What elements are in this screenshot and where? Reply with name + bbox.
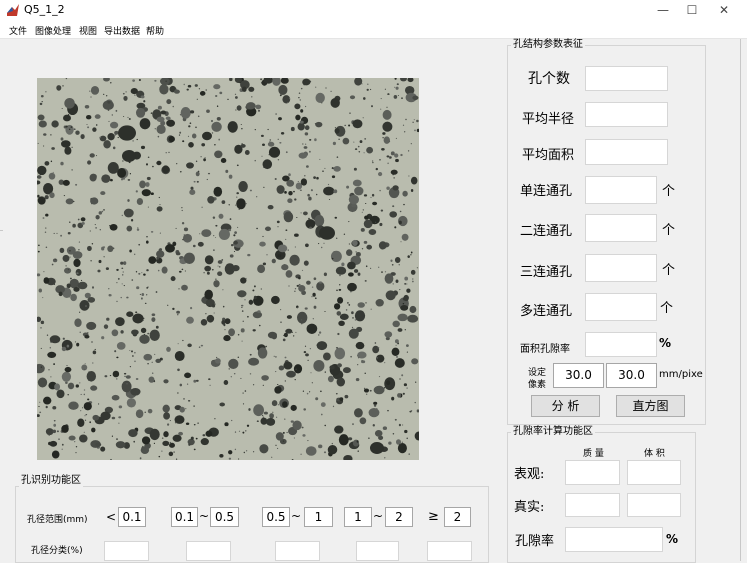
true-label: 真实:	[514, 500, 545, 515]
range3-min-input[interactable]: 0.5	[262, 507, 290, 527]
porosity-label: 孔隙率	[515, 534, 555, 549]
matlab-logo-icon	[7, 4, 19, 16]
range4-min-input[interactable]: 1	[344, 507, 372, 527]
analyze-button[interactable]: 分 析	[531, 395, 600, 417]
pixel-y-input[interactable]: 30.0	[606, 363, 657, 388]
pore-recognition-title: 孔识别功能区	[19, 475, 83, 487]
double-unit: 个	[662, 223, 676, 238]
pore-range-label: 孔径范围(mm)	[27, 515, 88, 525]
close-button[interactable]: ✕	[709, 0, 739, 22]
menu-file[interactable]: 文件	[9, 24, 27, 37]
area-porosity-label: 面积孔隙率	[520, 344, 570, 355]
minimize-button[interactable]: —	[648, 0, 678, 22]
true-volume-field[interactable]	[627, 493, 681, 517]
porosity-calc-title: 孔隙率计算功能区	[511, 426, 595, 438]
sample-image	[37, 78, 419, 460]
single-unit: 个	[662, 184, 676, 199]
class2-field[interactable]	[186, 541, 231, 561]
range3-max-input[interactable]: 1	[304, 507, 333, 527]
figure-right-edge	[740, 39, 741, 561]
avg-area-field[interactable]	[585, 139, 668, 165]
range4-max-input[interactable]: 2	[385, 507, 413, 527]
title-bar	[0, 0, 747, 22]
pore-count-label: 孔个数	[528, 71, 570, 87]
apparent-mass-field[interactable]	[565, 460, 620, 485]
single-connected-label: 单连通孔	[520, 184, 573, 199]
menu-help[interactable]: 帮助	[146, 24, 164, 37]
double-connected-label: 二连通孔	[520, 224, 573, 239]
class3-field[interactable]	[275, 541, 320, 561]
avg-area-label: 平均面积	[522, 148, 575, 163]
avg-radius-label: 平均半径	[522, 112, 575, 127]
set-pixel-label-2: 像素	[528, 380, 547, 390]
double-connected-field[interactable]	[585, 214, 657, 242]
foam-photo	[37, 78, 419, 460]
pixel-unit: mm/pixe	[659, 369, 703, 380]
multi-connected-label: 多连通孔	[520, 304, 573, 319]
range2-max-input[interactable]: 0.5	[210, 507, 239, 527]
class5-field[interactable]	[427, 541, 472, 561]
figure-left-mark	[0, 230, 3, 231]
range2-tilde: ~	[199, 509, 210, 523]
histogram-button[interactable]: 直方图	[616, 395, 685, 417]
pixel-x-input[interactable]: 30.0	[553, 363, 604, 388]
menu-view[interactable]: 视图	[79, 24, 97, 37]
triple-unit: 个	[662, 263, 676, 278]
multi-connected-field[interactable]	[585, 293, 657, 321]
multi-unit: 个	[660, 301, 674, 316]
range2-min-input[interactable]: 0.1	[171, 507, 198, 527]
menu-image-processing[interactable]: 图像处理	[35, 24, 71, 37]
range1-symbol: <	[106, 510, 117, 524]
class1-field[interactable]	[104, 541, 149, 561]
volume-column-label: 体 积	[644, 449, 665, 459]
apparent-label: 表观:	[514, 467, 545, 482]
porosity-result-field[interactable]	[565, 527, 663, 552]
porosity-unit: %	[666, 532, 679, 546]
true-mass-field[interactable]	[565, 493, 620, 517]
triple-connected-field[interactable]	[585, 254, 657, 282]
area-porosity-unit: %	[659, 336, 672, 350]
single-connected-field[interactable]	[585, 176, 657, 204]
range5-symbol: ≥	[428, 509, 439, 524]
apparent-volume-field[interactable]	[627, 460, 681, 485]
area-porosity-field[interactable]	[585, 332, 657, 357]
range1-input[interactable]: 0.1	[118, 507, 146, 527]
window-title: Q5_1_2	[24, 3, 65, 16]
pore-count-field[interactable]	[585, 66, 668, 91]
class4-field[interactable]	[356, 541, 399, 561]
menu-export-data[interactable]: 导出数据	[104, 24, 140, 37]
triple-connected-label: 三连通孔	[520, 265, 573, 280]
maximize-button[interactable]: ☐	[677, 0, 707, 22]
range4-tilde: ~	[373, 509, 384, 523]
pore-class-label: 孔径分类(%)	[31, 546, 83, 556]
pore-params-title: 孔结构参数表征	[511, 39, 585, 51]
range5-input[interactable]: 2	[444, 507, 471, 527]
range3-tilde: ~	[291, 509, 302, 523]
avg-radius-field[interactable]	[585, 102, 668, 127]
mass-column-label: 质 量	[583, 449, 604, 459]
